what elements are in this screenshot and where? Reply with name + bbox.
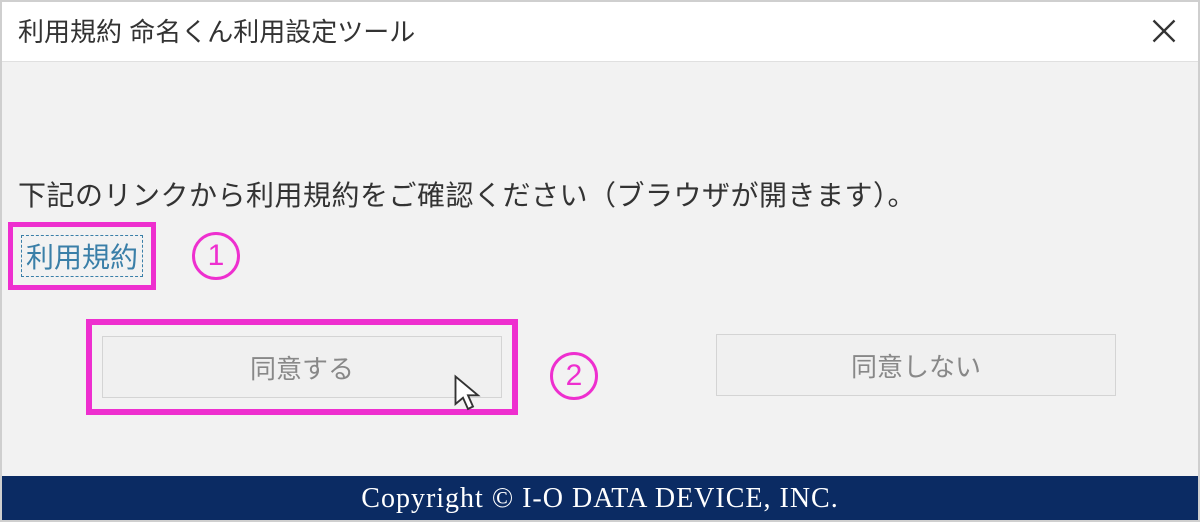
annotation-step-2: 2 — [550, 352, 598, 400]
agree-button[interactable]: 同意する — [102, 336, 502, 398]
instruction-text: 下記のリンクから利用規約をご確認ください（ブラウザが開きます）。 — [18, 174, 916, 214]
dialog-window: 利用規約 命名くん利用設定ツール 下記のリンクから利用規約をご確認ください（ブラ… — [0, 0, 1200, 522]
annotation-step-1: 1 — [192, 232, 240, 280]
close-icon — [1150, 17, 1178, 45]
annotation-highlight-2: 同意する — [86, 319, 518, 415]
annotation-highlight-1: 利用規約 — [8, 222, 156, 290]
window-title: 利用規約 命名くん利用設定ツール — [18, 12, 415, 49]
decline-button[interactable]: 同意しない — [716, 334, 1116, 396]
step-number-2: 2 — [550, 352, 598, 400]
step-number-1: 1 — [192, 232, 240, 280]
close-button[interactable] — [1128, 0, 1200, 62]
titlebar: 利用規約 命名くん利用設定ツール — [0, 0, 1200, 62]
copyright-footer: Copyright © I-O DATA DEVICE, INC. — [0, 476, 1200, 522]
dialog-content: 下記のリンクから利用規約をご確認ください（ブラウザが開きます）。 利用規約 1 … — [0, 62, 1200, 476]
terms-of-use-link[interactable]: 利用規約 — [21, 235, 143, 277]
